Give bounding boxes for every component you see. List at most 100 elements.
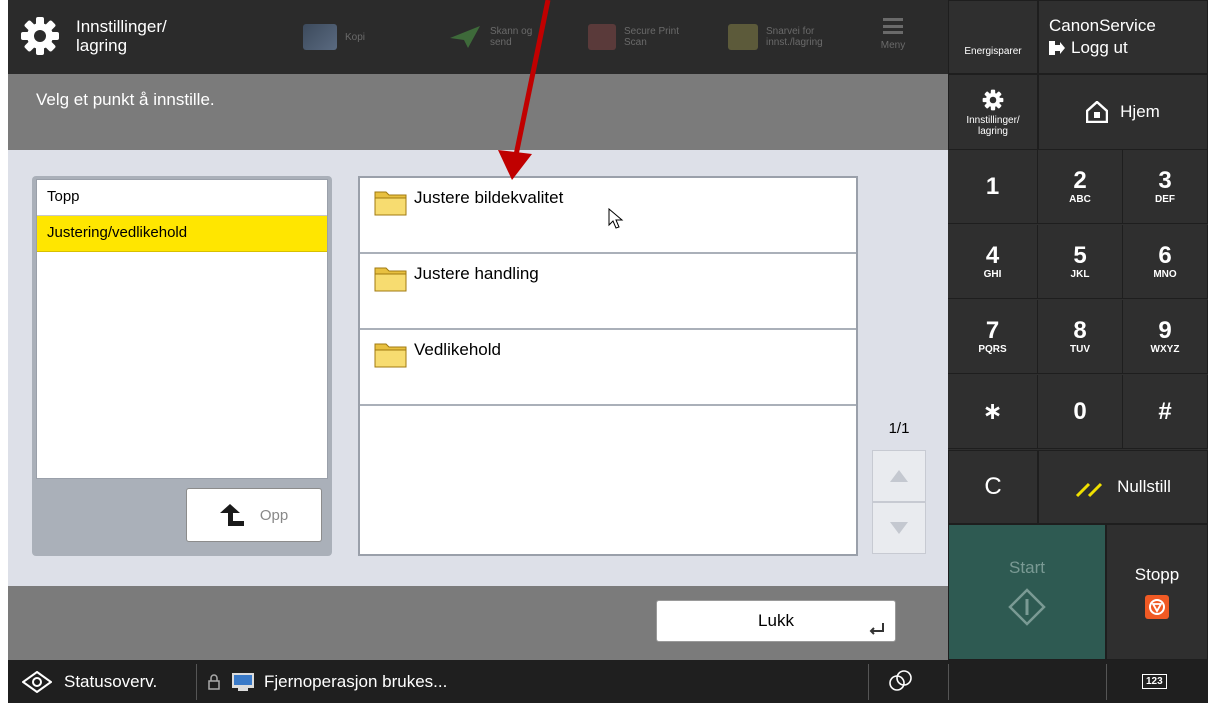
logout-label: Logg ut (1071, 38, 1128, 57)
menu-label: Meny (880, 40, 906, 51)
lock-icon (208, 673, 220, 690)
keypad-key-digit: 1 (985, 172, 1000, 200)
breadcrumb-item-top[interactable]: Topp (37, 180, 327, 216)
language-button[interactable] (888, 660, 912, 703)
printer-screen: Innstillinger/ lagring Kopi Skann og sen… (8, 0, 1208, 703)
clear-key-label: C (984, 473, 1002, 500)
home-button[interactable]: Hjem (1038, 74, 1208, 150)
tab-copy[interactable]: Kopi (303, 14, 365, 60)
triangle-down-icon (890, 522, 908, 534)
start-icon (1008, 588, 1046, 626)
scroll-down-button[interactable] (872, 502, 926, 554)
copy-icon (303, 24, 337, 50)
scan-send-icon (450, 26, 480, 48)
user-name: CanonService (1049, 16, 1156, 35)
close-button[interactable]: Lukk (656, 600, 896, 642)
menu-icon (883, 18, 903, 34)
keypad-key-letters: JKL (1070, 268, 1090, 280)
scroll-up-button[interactable] (872, 450, 926, 502)
tab-secure-print[interactable]: Secure Print Scan (588, 14, 679, 60)
app-title-button[interactable]: Innstillinger/ lagring (18, 6, 218, 66)
right-panel: Energisparer CanonService Logg ut Innsti… (948, 0, 1208, 703)
clear-key[interactable]: C (948, 450, 1038, 524)
settings-button[interactable]: Innstillinger/ lagring (948, 74, 1038, 150)
keypad-key-digit: 8 (1073, 316, 1087, 344)
keypad-key[interactable]: 8 TUV (1038, 300, 1123, 374)
keypad-key[interactable]: # (1123, 375, 1208, 449)
breadcrumb-item-adjustment[interactable]: Justering/vedlikehold (37, 216, 327, 252)
list-item-label: Justere handling (414, 264, 539, 283)
user-panel[interactable]: CanonService Logg ut (1038, 0, 1208, 74)
reset-label: Nullstill (1117, 477, 1171, 496)
list-item-handling[interactable]: Justere handling (360, 254, 856, 330)
tab-scan-send[interactable]: Skann og send (448, 14, 532, 60)
keypad-toggle-button[interactable]: 123 (1142, 660, 1167, 703)
home-label: Hjem (1120, 102, 1160, 121)
up-button[interactable]: Opp (186, 488, 322, 542)
tab-shortcut[interactable]: Snarvei for innst./lagring (728, 14, 823, 60)
logout-icon (1049, 41, 1065, 55)
keypad-key[interactable]: 6 MNO (1123, 225, 1208, 299)
settings-label: Innstillinger/ lagring (966, 114, 1020, 137)
list-item-maintenance[interactable]: Vedlikehold (360, 330, 856, 406)
keypad-key-digit: 5 (1073, 241, 1087, 269)
list-item-label: Vedlikehold (414, 340, 501, 359)
status-divider (868, 664, 869, 700)
gear-icon (982, 89, 1004, 110)
app-title-label: Innstillinger/ lagring (76, 17, 167, 55)
remote-monitor-icon (232, 672, 254, 691)
start-label: Start (1009, 558, 1045, 577)
status-monitor-button[interactable]: Statusoverv. (22, 660, 157, 703)
keypad-key-letters: GHI (983, 268, 1002, 280)
settings-main: Topp Justering/vedlikehold Opp Justere b… (8, 150, 948, 586)
keypad-key[interactable]: 4 GHI (948, 225, 1038, 299)
up-arrow-icon (219, 504, 244, 526)
return-icon (869, 623, 884, 635)
list-item-label: Justere bildekvalitet (414, 188, 564, 207)
start-button[interactable]: Start (948, 524, 1106, 660)
keypad-key-digit: 0 (1073, 397, 1087, 425)
keypad-key[interactable]: ∗ (948, 375, 1038, 449)
keypad-key-digit: 9 (1158, 316, 1172, 344)
moon-icon (986, 18, 996, 39)
keypad-key[interactable]: 2 ABC (1038, 150, 1123, 224)
status-monitor-icon (22, 670, 52, 693)
menu-button[interactable]: Meny (873, 14, 913, 64)
folder-icon (374, 191, 407, 216)
breadcrumb: Topp Justering/vedlikehold (36, 179, 328, 479)
status-divider (1106, 664, 1107, 700)
top-bar: Innstillinger/ lagring Kopi Skann og sen… (8, 0, 948, 74)
keypad-key-digit: 7 (985, 316, 1000, 344)
stop-label: Stopp (1134, 565, 1180, 584)
keypad-key[interactable]: 7 PQRS (948, 300, 1038, 374)
instruction-text: Velg et punkt å innstille. (36, 90, 215, 109)
settings-item-list: Justere bildekvalitet Justere handling V… (358, 176, 858, 556)
keypad-key-letters: ABC (1069, 193, 1091, 205)
keypad-key-digit: 2 (1073, 166, 1087, 194)
keypad-key-digit: # (1158, 397, 1172, 425)
reset-button[interactable]: Nullstill (1038, 450, 1208, 524)
keypad-key-letters: PQRS (978, 343, 1007, 355)
keypad-key[interactable]: 1 (948, 150, 1038, 224)
close-button-label: Lukk (758, 611, 794, 630)
keypad-key-digit: 4 (985, 241, 1000, 269)
energy-saver-button[interactable]: Energisparer (948, 0, 1038, 74)
instruction-bar: Velg et punkt å innstille. (8, 74, 948, 150)
keypad-key-letters: DEF (1155, 193, 1175, 205)
keypad-key-letters: TUV (1070, 343, 1090, 355)
action-bar: Lukk (8, 586, 948, 660)
shortcut-icon (728, 24, 758, 50)
tab-copy-label: Kopi (345, 31, 366, 43)
keypad-key[interactable]: 3 DEF (1123, 150, 1208, 224)
keypad-toggle-label: 123 (1142, 674, 1167, 689)
status-divider (948, 664, 949, 700)
remote-operation-label: Fjernoperasjon brukes... (264, 671, 448, 691)
stop-icon (1145, 595, 1169, 619)
keypad-key[interactable]: 0 (1038, 375, 1123, 449)
up-button-label: Opp (259, 506, 289, 524)
keypad-key[interactable]: 5 JKL (1038, 225, 1123, 299)
folder-icon (374, 343, 407, 368)
mouse-cursor-icon (608, 208, 624, 229)
stop-button[interactable]: Stopp (1106, 524, 1208, 660)
keypad-key[interactable]: 9 WXYZ (1123, 300, 1208, 374)
